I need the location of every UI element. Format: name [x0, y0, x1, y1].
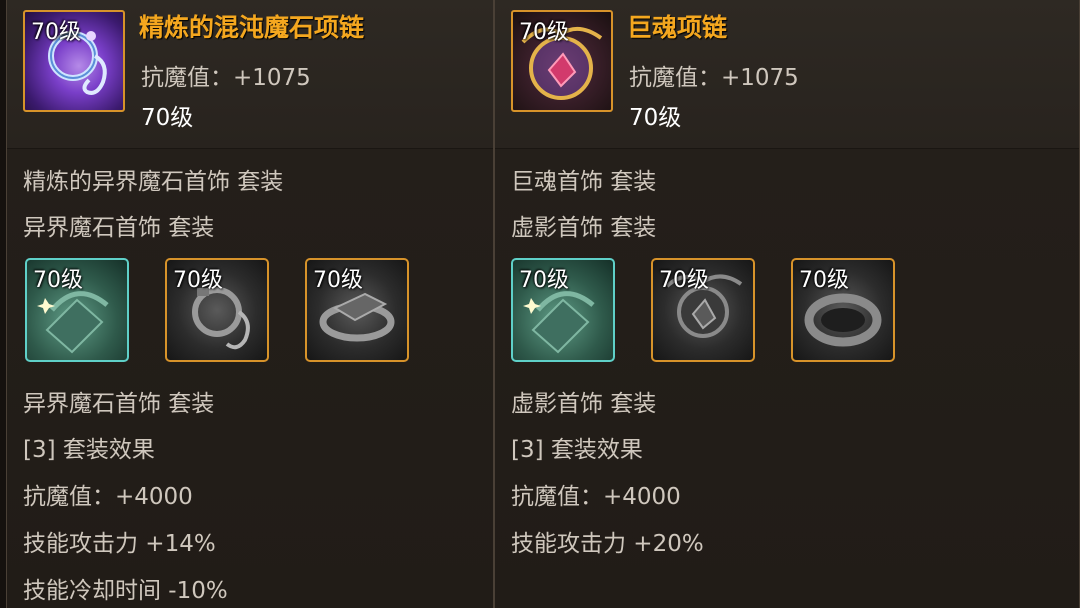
set-slot-ring[interactable]: 70级	[791, 258, 895, 362]
set-effect-title: [3] 套装效果	[23, 437, 155, 463]
set-name: 异界魔石首饰 套装	[23, 391, 215, 417]
set-name: 虚影首饰 套装	[511, 215, 657, 241]
set-name: 虚影首饰 套装	[511, 391, 657, 417]
set-effect-line: 技能冷却时间 -10%	[23, 578, 228, 604]
chaos-stone-necklace-icon[interactable]: 70级	[23, 10, 125, 112]
set-effect-line: 抗魔值：+4000	[23, 484, 193, 510]
set-effect-line: 技能攻击力 +20%	[511, 531, 704, 557]
set-slot-ring[interactable]: 70级	[305, 258, 409, 362]
set-effect-line: 技能攻击力 +14%	[23, 531, 216, 557]
set-slot-bracelet[interactable]: 70级	[511, 258, 615, 362]
set-name: 异界魔石首饰 套装	[23, 215, 215, 241]
set-name: 精炼的异界魔石首饰 套装	[23, 169, 284, 195]
set-slot-necklace[interactable]: 70级	[651, 258, 755, 362]
set-slot-necklace[interactable]: 70级	[165, 258, 269, 362]
slot-level-tag: 70级	[799, 268, 849, 293]
set-effect-line: 抗魔值：+4000	[511, 484, 681, 510]
item-title: 精炼的混沌魔石项链	[139, 13, 365, 42]
set-name: 巨魂首饰 套装	[511, 169, 657, 195]
slot-level-tag: 70级	[519, 268, 569, 293]
item-level: 70级	[629, 105, 682, 131]
item-stat: 抗魔值：+1075	[629, 65, 799, 91]
giant-soul-necklace-icon[interactable]: 70级	[511, 10, 613, 112]
item-title: 巨魂项链	[627, 13, 728, 42]
set-slot-bracelet[interactable]: 70级	[25, 258, 129, 362]
slot-level-tag: 70级	[313, 268, 363, 293]
slot-level-tag: 70级	[659, 268, 709, 293]
item-tooltip-compare: 70级 巨魂项链 抗魔值：+1075 70级 巨魂首饰 套装 虚影首饰 套装 7…	[494, 0, 1080, 608]
item-stat: 抗魔值：+1075	[141, 65, 311, 91]
item-level-tag: 70级	[31, 20, 81, 45]
item-level-tag: 70级	[519, 20, 569, 45]
slot-level-tag: 70级	[33, 268, 83, 293]
set-effect-title: [3] 套装效果	[511, 437, 643, 463]
tooltip-compare-view: 70级 精炼的混沌魔石项链 抗魔值：+1075 70级 精炼的异界魔石首饰 套装…	[0, 0, 1080, 608]
item-level: 70级	[141, 105, 194, 131]
item-tooltip-equipped: 70级 精炼的混沌魔石项链 抗魔值：+1075 70级 精炼的异界魔石首饰 套装…	[6, 0, 494, 608]
slot-level-tag: 70级	[173, 268, 223, 293]
